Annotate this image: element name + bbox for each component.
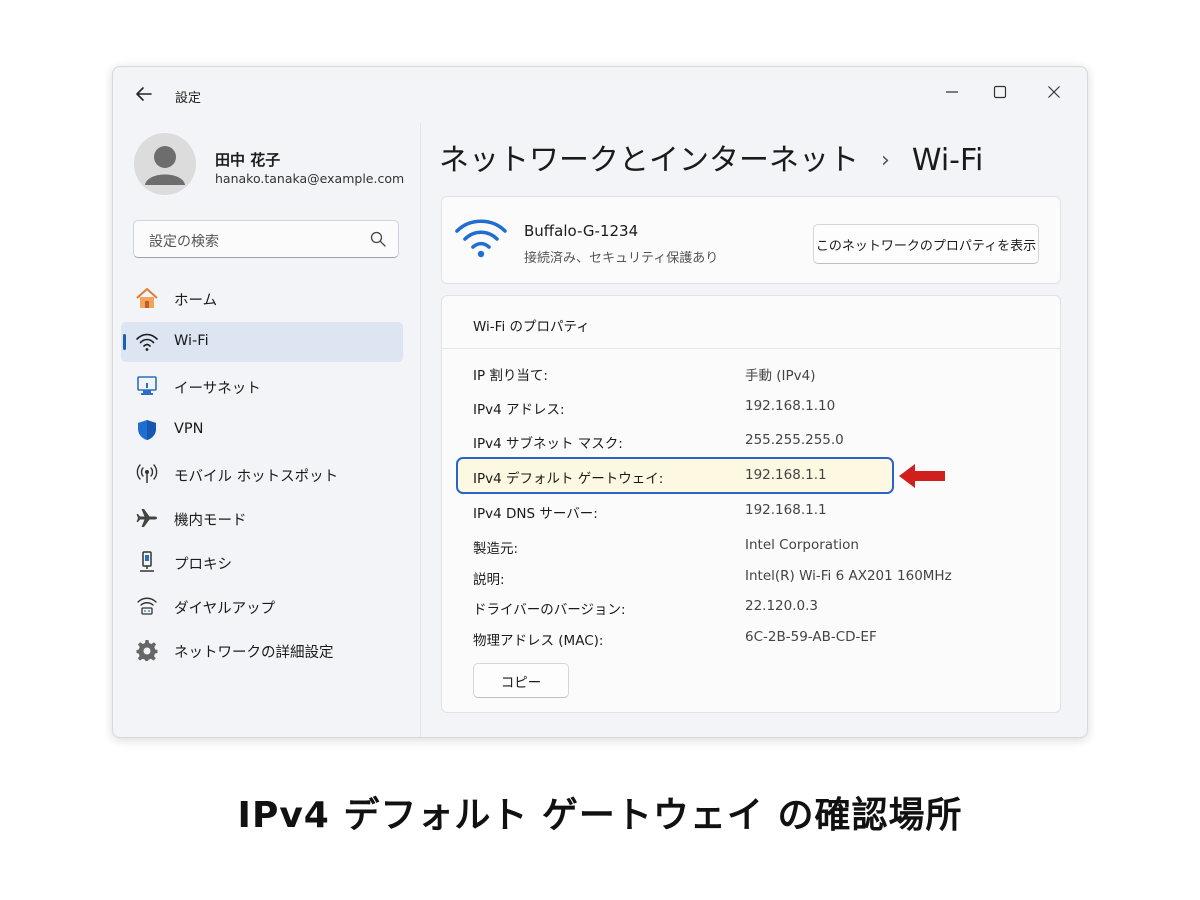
minimize-icon[interactable] xyxy=(929,75,975,109)
wifi-icon xyxy=(454,217,508,259)
gear-icon xyxy=(135,639,159,661)
ethernet-icon xyxy=(135,375,159,397)
airplane-icon xyxy=(135,507,159,529)
maximize-icon[interactable] xyxy=(977,75,1023,109)
search-input[interactable]: 設定の検索 xyxy=(133,220,399,258)
sidebar-item-airplane[interactable]: 機内モード xyxy=(121,498,403,538)
close-icon[interactable] xyxy=(1031,75,1077,109)
sidebar-item-label: モバイル ホットスポット xyxy=(174,469,339,485)
sidebar-item-label: 機内モード xyxy=(174,513,247,529)
page-title: Wi-Fi xyxy=(911,143,984,178)
property-label: ドライバーのバージョン: xyxy=(473,602,626,618)
sidebar-item-ethernet[interactable]: イーサネット xyxy=(121,366,403,406)
property-value: Intel Corporation xyxy=(745,537,859,553)
property-value: 192.168.1.1 xyxy=(745,502,827,518)
back-arrow-icon[interactable] xyxy=(133,83,155,105)
sidebar-item-wifi[interactable]: Wi-Fi xyxy=(121,322,403,362)
property-label: 物理アドレス (MAC): xyxy=(473,633,604,649)
property-value: 255.255.255.0 xyxy=(745,432,844,448)
sidebar-item-advanced[interactable]: ネットワークの詳細設定 xyxy=(121,630,403,670)
property-value: 6C-2B-59-AB-CD-EF xyxy=(745,629,877,645)
property-value: 22.120.0.3 xyxy=(745,598,818,614)
shield-icon xyxy=(135,419,159,441)
copy-button[interactable]: コピー xyxy=(473,663,569,698)
sidebar-item-label: ネットワークの詳細設定 xyxy=(174,645,334,661)
active-indicator xyxy=(123,334,126,350)
properties-card: Wi-Fi のプロパティ IP 割り当て: 手動 (IPv4) IPv4 アドレ… xyxy=(441,295,1061,713)
network-status: 接続済み、セキュリティ保護あり xyxy=(524,251,719,266)
property-label: IP 割り当て: xyxy=(473,368,548,384)
network-name: Buffalo-G-1234 xyxy=(524,222,639,240)
property-value: Intel(R) Wi-Fi 6 AX201 160MHz xyxy=(745,568,952,584)
app-title: 設定 xyxy=(175,91,202,106)
breadcrumb-separator: › xyxy=(881,148,890,173)
dialup-icon xyxy=(135,595,159,617)
sidebar-item-proxy[interactable]: プロキシ xyxy=(121,542,403,582)
sidebar-item-label: VPN xyxy=(174,421,204,437)
property-value: 手動 (IPv4) xyxy=(745,368,816,384)
property-label: 説明: xyxy=(473,572,505,588)
property-label: IPv4 DNS サーバー: xyxy=(473,506,598,522)
user-name: 田中 花子 xyxy=(215,151,281,169)
breadcrumb-parent[interactable]: ネットワークとインターネット xyxy=(439,143,859,178)
red-arrow-icon xyxy=(897,462,947,490)
property-label: IPv4 アドレス: xyxy=(473,402,565,418)
view-properties-button[interactable]: このネットワークのプロパティを表示 xyxy=(813,224,1039,264)
proxy-icon xyxy=(135,551,159,573)
sidebar-item-vpn[interactable]: VPN xyxy=(121,410,403,450)
sidebar-item-label: ホーム xyxy=(174,293,218,309)
sidebar-item-dialup[interactable]: ダイヤルアップ xyxy=(121,586,403,626)
breadcrumb: ネットワークとインターネット › Wi-Fi xyxy=(439,135,983,179)
hotspot-icon xyxy=(135,463,159,485)
sidebar-divider xyxy=(420,123,421,737)
settings-window: 設定 田中 花子 hanako.tanaka@example.com 設定の検索… xyxy=(112,66,1088,738)
caption: IPv4 デフォルト ゲートウェイ の確認場所 xyxy=(237,795,963,836)
sidebar-item-label: Wi-Fi xyxy=(174,333,209,349)
avatar[interactable] xyxy=(134,133,196,195)
sidebar-item-label: イーサネット xyxy=(174,381,261,397)
property-label: IPv4 サブネット マスク: xyxy=(473,436,623,452)
user-email: hanako.tanaka@example.com xyxy=(215,171,405,186)
search-icon[interactable] xyxy=(370,231,386,247)
wifi-icon xyxy=(135,331,159,353)
property-label: 製造元: xyxy=(473,541,519,557)
properties-divider xyxy=(442,348,1060,349)
gateway-value: 192.168.1.1 xyxy=(745,467,827,483)
sidebar-item-label: ダイヤルアップ xyxy=(174,601,276,617)
sidebar-item-home[interactable]: ホーム xyxy=(121,278,403,318)
sidebar-item-hotspot[interactable]: モバイル ホットスポット xyxy=(121,454,403,494)
properties-header: Wi-Fi のプロパティ xyxy=(473,319,590,335)
sidebar-item-label: プロキシ xyxy=(174,557,232,573)
home-icon xyxy=(135,287,159,309)
search-placeholder: 設定の検索 xyxy=(149,234,219,250)
title-bar: 設定 xyxy=(113,67,1087,117)
network-card: Buffalo-G-1234 接続済み、セキュリティ保護あり このネットワークの… xyxy=(441,196,1061,284)
gateway-label: IPv4 デフォルト ゲートウェイ: xyxy=(473,471,664,487)
property-value: 192.168.1.10 xyxy=(745,398,836,414)
